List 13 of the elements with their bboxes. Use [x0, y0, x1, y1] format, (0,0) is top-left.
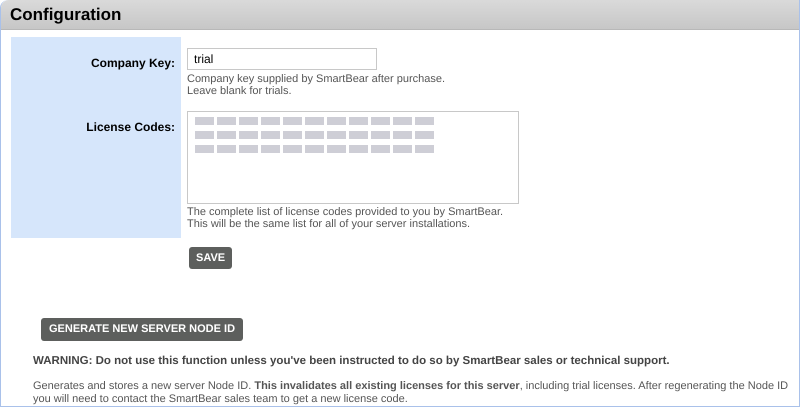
- help-text: This will be the same list for all of your server installations.: [187, 218, 472, 230]
- generate-node-id-button[interactable]: GENERATE NEW SERVER NODE ID: [41, 318, 244, 341]
- warning-text: WARNING: Do not use this function unless you've been instructed to do so by SmartBear sales or technical support.: [33, 354, 671, 369]
- company-key-field[interactable]: trial: [187, 48, 377, 70]
- help-text: Company key supplied by SmartBear after purchase.: [187, 72, 446, 85]
- field-label: License Codes:: [86, 120, 175, 134]
- description-text: Generates and stores a new server Node ID. This invalidates all existing licenses for this server, including trial licenses. After regenerating the Node ID you will need to contact the SmartBear sales team to get a new license code.: [33, 379, 789, 406]
- panel-title: Configuration: [10, 4, 122, 26]
- save-button[interactable]: SAVE: [189, 247, 232, 269]
- help-text: Leave blank for trials.: [187, 84, 293, 97]
- help-text: The complete list of license codes provided to you by SmartBear.: [187, 206, 504, 218]
- field-label: Company Key:: [90, 56, 175, 70]
- license-codes-field[interactable]: [187, 110, 519, 204]
